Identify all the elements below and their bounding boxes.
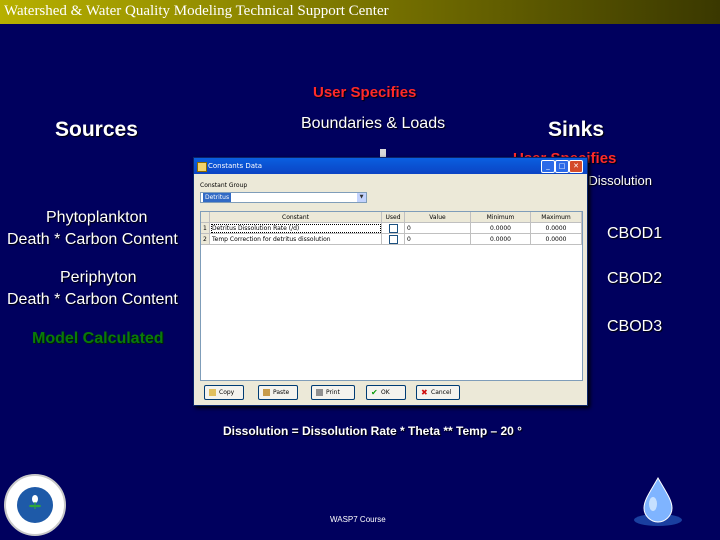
water-drop-logo <box>634 476 682 526</box>
periphyton-formula: Death * Carbon Content <box>7 291 178 308</box>
constant-group-value: Detritus <box>203 193 232 202</box>
value-cell[interactable]: 0 <box>405 223 471 234</box>
maximize-icon[interactable]: □ <box>555 160 569 173</box>
cbod1-label: CBOD1 <box>607 225 663 242</box>
sinks-title: Sinks <box>548 118 605 141</box>
cbod3-label: CBOD3 <box>607 318 663 335</box>
ok-label: OK <box>381 389 390 396</box>
grid-header-corner <box>201 212 210 223</box>
constant-group-select[interactable]: Detritus ▼ <box>200 192 367 203</box>
dialog-title: Constants Data <box>208 162 263 170</box>
user-specifies-top: User Specifies <box>313 84 417 101</box>
minimum-cell[interactable]: 0.0000 <box>471 234 531 245</box>
used-checkbox[interactable] <box>388 235 398 244</box>
phytoplankton-label: Phytoplankton <box>46 209 148 226</box>
cancel-label: Cancel <box>431 389 452 396</box>
footer-text: WASP7 Course <box>330 515 386 524</box>
used-cell[interactable] <box>382 223 405 234</box>
periphyton-label: Periphyton <box>60 269 137 286</box>
column-header-value[interactable]: Value <box>405 212 471 223</box>
sources-title: Sources <box>55 118 138 141</box>
minimize-icon[interactable]: _ <box>541 160 555 173</box>
cancel-button[interactable]: ✖ Cancel <box>416 385 460 400</box>
maximum-cell[interactable]: 0.0000 <box>531 223 582 234</box>
print-label: Print <box>326 389 340 396</box>
copy-button[interactable]: Copy <box>204 385 244 400</box>
ok-button[interactable]: ✔ OK <box>366 385 406 400</box>
dialog-app-icon <box>197 162 207 172</box>
print-button[interactable]: Print <box>311 385 355 400</box>
dialog-titlebar: Constants Data _ □ ✕ <box>194 158 587 174</box>
minimum-cell[interactable]: 0.0000 <box>471 223 531 234</box>
value-cell[interactable]: 0 <box>405 234 471 245</box>
paste-button[interactable]: Paste <box>258 385 298 400</box>
table-row[interactable]: 1 Detritus Dissolution Rate (/d) 0 0.000… <box>201 223 582 234</box>
chevron-down-icon[interactable]: ▼ <box>357 193 366 202</box>
constant-group-label: Constant Group <box>200 182 248 189</box>
grid-header-row: Constant Used Value Minimum Maximum <box>201 212 582 223</box>
column-header-maximum[interactable]: Maximum <box>531 212 582 223</box>
header-title: Watershed & Water Quality Modeling Techn… <box>4 3 389 19</box>
paste-label: Paste <box>273 389 290 396</box>
constants-data-dialog: Constants Data _ □ ✕ Constant Group Detr… <box>193 157 588 406</box>
cbod2-label: CBOD2 <box>607 270 663 287</box>
constants-grid: Constant Used Value Minimum Maximum 1 De… <box>200 211 583 381</box>
header-bar: Watershed & Water Quality Modeling Techn… <box>0 0 720 24</box>
print-icon <box>316 389 323 396</box>
paste-icon <box>263 389 270 396</box>
used-checkbox[interactable] <box>388 224 398 233</box>
table-row[interactable]: 2 Temp Correction for detritus dissoluti… <box>201 234 582 245</box>
copy-label: Copy <box>219 389 235 396</box>
flower-icon <box>29 495 41 509</box>
copy-icon <box>209 389 216 396</box>
row-number: 2 <box>201 234 210 245</box>
row-number: 1 <box>201 223 210 234</box>
phytoplankton-formula: Death * Carbon Content <box>7 231 178 248</box>
model-calculated-label: Model Calculated <box>32 330 164 347</box>
used-cell[interactable] <box>382 234 405 245</box>
checkmark-icon: ✔ <box>371 388 378 397</box>
column-header-constant[interactable]: Constant <box>210 212 382 223</box>
cancel-x-icon: ✖ <box>421 388 428 397</box>
column-header-minimum[interactable]: Minimum <box>471 212 531 223</box>
equation-text: Dissolution = Dissolution Rate * Theta *… <box>223 424 522 438</box>
constant-name-cell[interactable]: Detritus Dissolution Rate (/d) <box>210 223 382 234</box>
maximum-cell[interactable]: 0.0000 <box>531 234 582 245</box>
boundaries-loads-label: Boundaries & Loads <box>301 115 446 132</box>
constant-name-cell[interactable]: Temp Correction for detritus dissolution <box>210 234 382 245</box>
epa-seal-logo <box>4 474 66 536</box>
close-icon[interactable]: ✕ <box>569 160 583 173</box>
column-header-used[interactable]: Used <box>382 212 405 223</box>
